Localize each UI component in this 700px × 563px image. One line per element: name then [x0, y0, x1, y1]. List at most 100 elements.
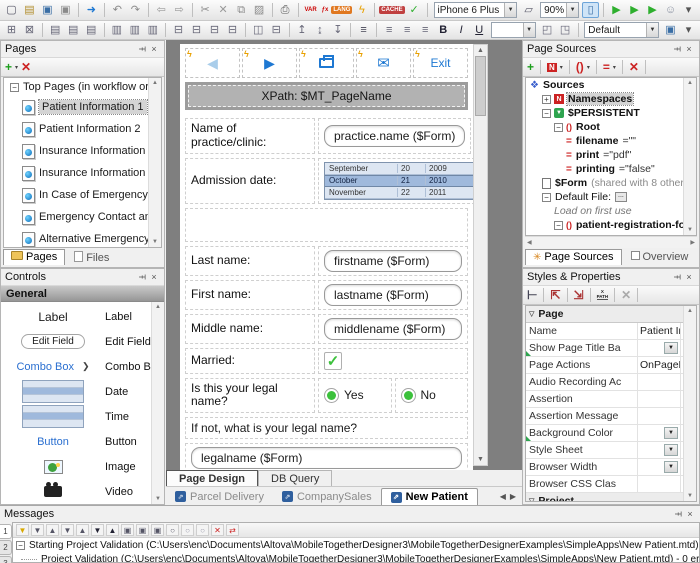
property-row[interactable]: Assertion Message: [526, 408, 696, 425]
dropdown-icon[interactable]: ▼: [664, 461, 678, 473]
simulate-on-server-icon[interactable]: ▶: [644, 2, 661, 18]
source-tree-row[interactable]: =printing="false": [526, 162, 696, 176]
source-tree-row[interactable]: −▼$PERSISTENT: [526, 106, 696, 120]
save-style-icon[interactable]: ▣: [662, 22, 679, 38]
center-vertically-icon[interactable]: ↨: [311, 22, 328, 38]
delete-column-icon[interactable]: ▥: [144, 22, 161, 38]
source-tree-row[interactable]: =print="pdf": [526, 148, 696, 162]
join-above-icon[interactable]: ⊟: [206, 22, 223, 38]
collapse-icon[interactable]: −: [554, 123, 563, 132]
source-tree-row[interactable]: +NNamespaces: [526, 92, 696, 106]
controls-section-header[interactable]: General: [1, 285, 164, 302]
property-value[interactable]: Patient Information 1: [638, 323, 680, 339]
property-section-project[interactable]: ▽Project: [526, 493, 696, 502]
expand-icon[interactable]: +: [542, 95, 551, 104]
cache-icon[interactable]: CACHE: [379, 6, 404, 14]
actions-flash-icon[interactable]: ϟ: [353, 2, 370, 18]
controls-scrollbar[interactable]: ▲▼: [151, 302, 164, 504]
page-item[interactable]: Emergency Contact and Me: [4, 206, 161, 228]
toolbar-overflow-icon[interactable]: ▾: [680, 2, 697, 18]
messages-tab-1[interactable]: 1: [0, 524, 12, 539]
style-select[interactable]: Default▼: [584, 22, 659, 38]
collapse-icon[interactable]: −: [10, 83, 19, 92]
page-item[interactable]: In Case of Emergency: [4, 184, 161, 206]
radio-icon[interactable]: [401, 388, 416, 403]
next-warning-icon[interactable]: ▼: [61, 524, 74, 536]
property-row[interactable]: AssertionXPATH: [526, 391, 696, 408]
property-row[interactable]: Browser Width▼: [526, 459, 696, 476]
tab-files[interactable]: Files: [66, 249, 117, 268]
group-icon[interactable]: ◰: [539, 22, 556, 38]
property-row[interactable]: NamePatient Information 1: [526, 323, 696, 340]
checkbox-checked-icon[interactable]: ✓: [324, 352, 342, 370]
join-left-icon[interactable]: ⊟: [170, 22, 187, 38]
page-item[interactable]: Insurance Information 1: [4, 140, 161, 162]
align-left-icon[interactable]: ≡: [381, 22, 398, 38]
source-tree-row[interactable]: −Default File:...: [526, 190, 696, 204]
property-row[interactable]: Show Page Title Ba▼: [526, 340, 696, 357]
collapse-icon[interactable]: −: [542, 193, 551, 202]
edit-field[interactable]: practice.name ($Form): [324, 125, 465, 147]
collapse-icon[interactable]: −: [16, 541, 25, 550]
underline-icon[interactable]: U: [471, 22, 488, 38]
add-page-dropdown-icon[interactable]: ▾: [15, 64, 18, 71]
align-right-icon[interactable]: ≡: [417, 22, 434, 38]
variables-icon[interactable]: VAR: [302, 6, 318, 14]
control-item-date[interactable]: Date: [1, 379, 164, 404]
radio-icon[interactable]: [324, 388, 339, 403]
property-row[interactable]: Style Sheet▼...: [526, 442, 696, 459]
align-center-icon[interactable]: ≡: [399, 22, 416, 38]
prev-error-icon[interactable]: ▲: [106, 524, 119, 536]
save-all-icon[interactable]: ▣: [57, 2, 74, 18]
ungroup-icon[interactable]: ◳: [557, 22, 574, 38]
tab-db-query[interactable]: DB Query: [258, 470, 332, 486]
clear-icon[interactable]: ✕: [211, 524, 224, 536]
font-size-select[interactable]: ▼: [491, 22, 536, 38]
chevron-down-icon[interactable]: ▾: [560, 64, 563, 71]
find-icon[interactable]: ○: [166, 524, 179, 536]
close-icon[interactable]: ×: [684, 509, 696, 519]
design-canvas[interactable]: ϟ◀ϟ▶ϟϟ✉ϟExit XPath: $MT_PageName Name of…: [166, 40, 522, 470]
align-top-icon[interactable]: ↥: [293, 22, 310, 38]
copy-line-icon[interactable]: ▣: [121, 524, 134, 536]
add-source-icon[interactable]: +: [527, 60, 534, 74]
split-horizontal-icon[interactable]: ◫: [250, 22, 267, 38]
property-value[interactable]: [638, 391, 680, 407]
copy-all-icon[interactable]: ▣: [151, 524, 164, 536]
message-line[interactable]: −Starting Project Validation (C:\Users\e…: [13, 538, 699, 552]
print-icon[interactable]: ⎙: [277, 2, 294, 18]
pin-icon[interactable]: Ŧ: [671, 272, 683, 282]
italic-icon[interactable]: I: [453, 22, 470, 38]
add-page-icon[interactable]: +: [5, 60, 12, 74]
insert-row-below-icon[interactable]: ▤: [65, 22, 82, 38]
prev-warning-icon[interactable]: ▲: [76, 524, 89, 536]
wrap-icon[interactable]: ⇄: [226, 524, 239, 536]
device-frame-toggle-icon[interactable]: ▯: [582, 2, 599, 18]
scroll-thumb[interactable]: [475, 56, 486, 116]
paste-icon[interactable]: ▨: [251, 2, 268, 18]
copy-icon[interactable]: ⧉: [233, 2, 250, 18]
find-next-icon[interactable]: ○: [181, 524, 194, 536]
find-prev-icon[interactable]: ○: [196, 524, 209, 536]
messages-tab-2[interactable]: 2: [0, 540, 12, 555]
close-icon[interactable]: ×: [148, 272, 160, 282]
edit-field[interactable]: middlename ($Form): [324, 318, 462, 340]
add-namespace-icon[interactable]: N: [547, 63, 557, 72]
control-item-editfield[interactable]: Edit FieldEdit Field: [1, 329, 164, 354]
page-back-button[interactable]: ϟ◀: [185, 48, 240, 78]
source-tree-row[interactable]: −()Root: [526, 120, 696, 134]
page-print-button[interactable]: ϟ: [299, 48, 354, 78]
source-tree-row[interactable]: Load on first use: [526, 204, 696, 218]
chevron-down-icon[interactable]: ▼: [566, 3, 578, 17]
delete-page-icon[interactable]: ✕: [21, 60, 31, 74]
xpath-edit-icon[interactable]: XPATH: [597, 290, 609, 301]
chevron-down-icon[interactable]: ▼: [646, 23, 658, 37]
pin-icon[interactable]: Ŧ: [672, 509, 684, 519]
pin-icon[interactable]: Ŧ: [671, 44, 683, 54]
close-icon[interactable]: ×: [683, 44, 695, 54]
delete-property-icon[interactable]: ✕: [621, 288, 631, 302]
pin-icon[interactable]: Ŧ: [136, 44, 148, 54]
copy-message-icon[interactable]: ▣: [136, 524, 149, 536]
property-value[interactable]: ▼: [638, 459, 680, 475]
source-tree-row[interactable]: ❖Sources: [526, 78, 696, 92]
